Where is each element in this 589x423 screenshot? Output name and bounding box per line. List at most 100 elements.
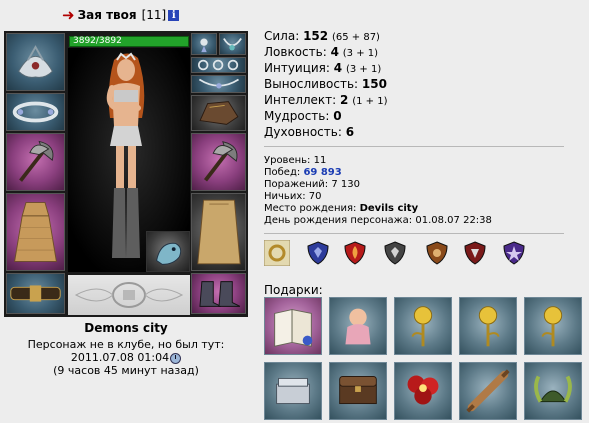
info-icon[interactable]: i [168, 9, 180, 21]
equipment-panel: 3892/3892 [4, 31, 248, 317]
golden-rose-gift-icon[interactable] [524, 297, 582, 355]
shield-badge-icon[interactable] [462, 240, 488, 266]
offline-status: Персонаж не в клубе, но был тут: [27, 338, 225, 351]
last-seen-line: 2011.07.08 01:04 [4, 351, 248, 364]
info-draws: Ничьих: 70 [264, 191, 322, 203]
info-value: 70 [308, 191, 322, 202]
hp-value: 3892/3892 [73, 36, 122, 46]
time-ago: (9 часов 45 минут назад) [53, 364, 199, 377]
red-flower-gift-icon[interactable] [394, 362, 452, 420]
info-label: Ничьих: [264, 191, 306, 202]
info-value: 7 130 [331, 179, 361, 190]
info-wins: Побед: 69 893 [264, 167, 342, 179]
cloak-icon [197, 199, 241, 265]
pet-dragon-icon [156, 242, 182, 265]
armor-slot[interactable] [6, 193, 65, 271]
stat-value: 152 [303, 29, 329, 43]
info-label: День рождения персонажа: [264, 215, 413, 226]
info-label: Место рождения: [264, 203, 357, 214]
cloak-slot[interactable] [191, 193, 246, 271]
stat-bonus: (1 + 1) [352, 96, 388, 107]
stat-value: 0 [333, 109, 342, 123]
stat-label: Интуиция: [264, 61, 330, 75]
shield-badge-icon[interactable] [305, 240, 331, 266]
stat-label: Выносливость: [264, 77, 359, 91]
info-label: Поражений: [264, 179, 329, 190]
stat-label: Мудрость: [264, 109, 330, 123]
exit-arrow-icon[interactable]: ➜ [62, 8, 75, 23]
necklace-icon [223, 38, 242, 51]
chest-gift-icon[interactable] [329, 362, 387, 420]
pet-slot[interactable] [146, 231, 190, 272]
amulet-icon [198, 78, 239, 89]
ring-badge-icon[interactable] [263, 239, 291, 267]
golden-rose-gift-icon[interactable] [394, 297, 452, 355]
info-value: 01.08.07 22:38 [415, 215, 492, 226]
rolling-pin-gift-icon[interactable] [459, 362, 517, 420]
earring-icon [200, 38, 208, 53]
belt-icon [10, 285, 61, 302]
stat-label: Духовность: [264, 125, 342, 139]
clan-logo-area [68, 275, 190, 315]
stat-bonus: (3 + 1) [342, 48, 379, 59]
helmet-icon [18, 45, 53, 78]
stat-value: 4 [333, 61, 343, 75]
info-value: 11 [313, 155, 327, 166]
stat-label: Интеллект: [264, 93, 337, 107]
character-name: Зая твоя [77, 8, 137, 22]
crest-logo-icon [74, 282, 184, 308]
doll-gift-icon[interactable] [329, 297, 387, 355]
shield-badge-icon[interactable] [382, 240, 408, 266]
info-level: Уровень: 11 [264, 155, 326, 167]
shield-badge-icon[interactable] [424, 240, 450, 266]
star-badge-icon[interactable] [501, 240, 527, 266]
belt-slot[interactable] [6, 273, 65, 314]
info-birthplace: Место рождения: Devils city [264, 203, 418, 215]
gloves-slot[interactable] [191, 95, 246, 131]
gifts-label: Подарки: [264, 283, 323, 297]
box-gift-icon[interactable] [264, 362, 322, 420]
stat-value: 150 [361, 77, 387, 91]
info-label: Побед: [264, 167, 301, 178]
stat-value: 6 [345, 125, 355, 139]
right-weapon-slot[interactable] [191, 133, 246, 191]
fire-badge-icon[interactable] [342, 240, 368, 266]
earring-slot[interactable] [191, 33, 217, 55]
bracer-icon [12, 101, 59, 123]
info-birthday: День рождения персонажа: 01.08.07 22:38 [264, 215, 492, 227]
boots-slot[interactable] [191, 273, 246, 314]
left-weapon-slot[interactable] [6, 133, 65, 191]
axe-icon [19, 140, 54, 182]
clock-icon [170, 352, 182, 364]
stat-value: 2 [340, 93, 349, 107]
info-losses: Поражений: 7 130 [264, 179, 360, 191]
stat-wisdom: Мудрость: 0 [264, 108, 342, 124]
stat-spirituality: Духовность: 6 [264, 124, 354, 140]
info-value[interactable]: 69 893 [303, 167, 341, 178]
info-label: Уровень: [264, 155, 311, 166]
last-seen-time: 2011.07.08 01:04 [70, 351, 170, 364]
horned-helmet-gift-icon[interactable] [524, 362, 582, 420]
stat-bonus: (65 + 87) [331, 32, 380, 43]
book-gift-icon[interactable] [264, 297, 322, 355]
stat-value: 4 [330, 45, 339, 59]
bracer-slot[interactable] [6, 93, 65, 131]
amulet-slot[interactable] [191, 75, 246, 93]
golden-rose-gift-icon[interactable] [459, 297, 517, 355]
stat-label: Ловкость: [264, 45, 327, 59]
stat-bonus: (3 + 1) [345, 64, 382, 75]
necklace-slot[interactable] [219, 33, 246, 55]
helmet-slot[interactable] [6, 33, 65, 91]
character-level: [11] [141, 8, 167, 22]
rings-icon [197, 59, 239, 71]
city-name[interactable]: Demons city [4, 321, 248, 335]
divider [264, 146, 564, 147]
chainmail-dress-icon [14, 202, 57, 262]
axe-icon [203, 141, 238, 182]
stat-endurance: Выносливость: 150 [264, 76, 387, 92]
gauntlet-icon [199, 101, 239, 125]
character-header: ➜ Зая твоя [11] i [62, 6, 180, 24]
ring-slots[interactable] [191, 57, 246, 73]
info-value: Devils city [359, 203, 419, 214]
divider [264, 233, 564, 234]
